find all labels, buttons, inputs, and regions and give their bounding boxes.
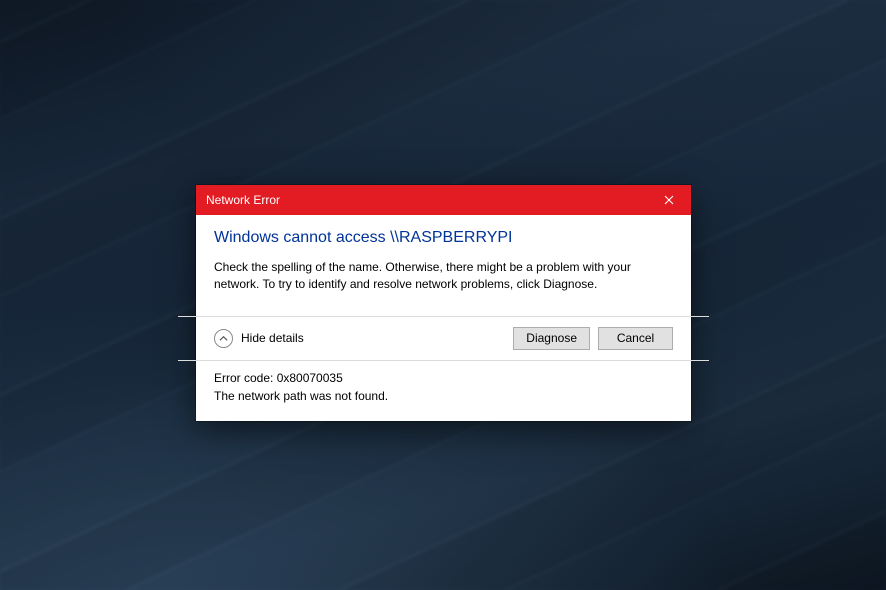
details-panel: Error code: 0x80070035 The network path … [196, 361, 691, 421]
error-dialog: Network Error Windows cannot access \\RA… [196, 185, 691, 421]
error-headline: Windows cannot access \\RASPBERRYPI [214, 229, 673, 247]
error-description: The network path was not found. [214, 387, 673, 405]
error-message: Check the spelling of the name. Otherwis… [214, 259, 673, 294]
hide-details-label: Hide details [241, 331, 304, 345]
close-button[interactable] [646, 185, 691, 215]
diagnose-button[interactable]: Diagnose [513, 327, 590, 350]
chevron-up-icon [214, 329, 233, 348]
hide-details-toggle[interactable]: Hide details [214, 329, 304, 348]
titlebar[interactable]: Network Error [196, 185, 691, 215]
cancel-button[interactable]: Cancel [598, 327, 673, 350]
error-code: Error code: 0x80070035 [214, 369, 673, 387]
controls-row: Hide details Diagnose Cancel [196, 317, 691, 360]
window-title: Network Error [206, 193, 646, 207]
close-icon [664, 195, 674, 205]
dialog-body: Windows cannot access \\RASPBERRYPI Chec… [196, 215, 691, 316]
desktop-background: Network Error Windows cannot access \\RA… [0, 0, 886, 590]
